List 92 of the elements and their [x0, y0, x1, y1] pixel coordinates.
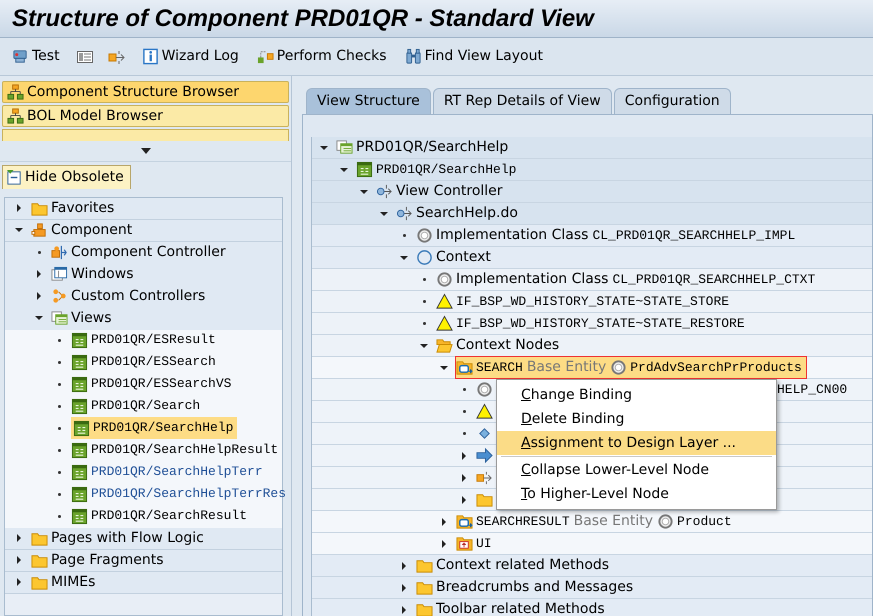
node-label: Favorites — [51, 198, 114, 218]
warning-icon — [476, 403, 493, 420]
node-code: PRD01QR/SearchResult — [91, 507, 248, 526]
blocks-icon — [31, 222, 48, 238]
controller-icon — [51, 244, 68, 260]
ring-icon — [610, 359, 628, 376]
node-code: PRD01QR/SearchHelpTerr — [91, 463, 263, 482]
node-code: CL_PRD01QR_SEARCHHELP_CTXT — [612, 270, 816, 289]
view-icon — [71, 442, 88, 458]
node-code: PRD01QR/ESSearch — [91, 353, 216, 372]
node-code: IF_BSP_WD_HISTORY_STATE~STATE_STORE — [456, 292, 730, 311]
node-label: Windows — [71, 264, 134, 284]
node-label: Base Entity — [526, 358, 606, 377]
menu-item[interactable]: To Higher-Level Node — [497, 482, 776, 506]
node-label: Context related Methods — [436, 556, 610, 575]
views-icon — [336, 139, 353, 156]
circle-icon — [416, 249, 433, 266]
controllers-icon — [51, 288, 68, 304]
view-icon — [71, 354, 88, 370]
view-icon — [73, 420, 90, 436]
node-code: SEARCHRESULT — [476, 512, 570, 531]
hierarchy-icon — [7, 108, 24, 124]
node-code: Product — [677, 512, 732, 531]
node-label: Context Nodes — [456, 336, 560, 355]
hierarchy-icon — [7, 84, 24, 100]
binoculars-icon — [404, 48, 422, 65]
node-label: Context — [436, 248, 491, 267]
toolbar-button[interactable]: Test — [10, 44, 62, 69]
menu-item[interactable]: Delete Binding — [497, 407, 776, 431]
filter-window-icon — [6, 169, 23, 186]
tab[interactable]: Configuration — [614, 88, 731, 114]
view-icon — [356, 161, 373, 178]
node-label: Page Fragments — [51, 550, 164, 570]
node-code: IF_BSP_WD_HISTORY_STATE~STATE_RESTORE — [456, 314, 745, 333]
warning-icon — [436, 315, 453, 332]
node-label: Views — [71, 308, 112, 328]
view-icon — [71, 398, 88, 414]
view-icon — [71, 332, 88, 348]
controller-icon — [396, 205, 413, 222]
node-code: UI — [476, 534, 492, 553]
node-code: PRD01QR/SearchHelpResult — [91, 441, 278, 460]
node-label: Custom Controllers — [71, 286, 206, 306]
export-icon — [476, 469, 493, 486]
node-label: MIMEs — [51, 572, 96, 592]
node-code: PRD01QR/ESResult — [91, 331, 216, 350]
info-icon — [142, 48, 159, 65]
tree-node[interactable]: SEARCH Base Entity PrdAdvSearchPrProducts — [456, 357, 806, 378]
node-code: PRD01QR/ESSearchVS — [91, 375, 232, 394]
node-label: Implementation Class — [436, 226, 588, 245]
node-code: SEARCH — [476, 358, 523, 377]
view-icon — [71, 464, 88, 480]
node-code: PRD01QR/SearchHelp — [93, 419, 234, 438]
node-label: Component — [51, 220, 132, 240]
toolbar-button[interactable]: Wizard Log — [140, 44, 241, 69]
node-label: Base Entity — [574, 512, 654, 531]
node-code: HELP_CN00 — [777, 380, 848, 399]
views-icon — [51, 310, 68, 326]
dropdown-icon[interactable] — [140, 148, 150, 154]
view-icon — [71, 508, 88, 524]
test-icon — [12, 48, 29, 65]
arrow-icon — [476, 447, 493, 464]
menu-item[interactable]: Assignment to Design Layer ... — [497, 431, 776, 455]
browser-button[interactable]: Component Structure Browser — [2, 81, 289, 103]
open-folder-icon — [436, 337, 453, 354]
window-icon — [51, 266, 68, 282]
hide-obsolete-tab[interactable]: Hide Obsolete — [2, 165, 131, 189]
window-title: Structure of Component PRD01QR - Standard View — [12, 4, 594, 34]
view-icon — [71, 486, 88, 502]
node-label: Component Controller — [71, 242, 226, 262]
menu-item[interactable]: Change Binding — [497, 383, 776, 407]
tab[interactable]: RT Rep Details of View — [432, 88, 612, 114]
node-label: Implementation Class — [456, 270, 608, 289]
node-code: PrdAdvSearchPrProducts — [630, 358, 802, 377]
toolbar-button[interactable]: Find View Layout — [402, 44, 545, 69]
ring-icon — [476, 381, 493, 398]
browser-button[interactable]: BOL Model Browser — [2, 105, 289, 127]
node-label: View Controller — [396, 182, 503, 201]
node-label: Pages with Flow Logic — [51, 528, 204, 548]
node-code: PRD01QR/Search — [91, 397, 200, 416]
node-code: PRD01QR/SearchHelpTerrRes — [91, 485, 286, 504]
view-icon — [71, 376, 88, 392]
node-label: Breadcrumbs and Messages — [436, 578, 634, 597]
node-code: PRD01QR/SearchHelp — [376, 160, 516, 179]
node-label: PRD01QR/SearchHelp — [356, 138, 508, 157]
node-label: Toolbar related Methods — [436, 600, 605, 616]
menu-item[interactable]: Collapse Lower-Level Node — [497, 458, 776, 482]
warning-icon — [436, 293, 453, 310]
tab[interactable]: View Structure — [306, 88, 431, 114]
node-code: CL_PRD01QR_SEARCHHELP_IMPL — [592, 226, 796, 245]
controller-icon — [376, 183, 393, 200]
toolbar-button[interactable]: Perform Checks — [254, 44, 389, 69]
node-label: SearchHelp.do — [416, 204, 518, 223]
